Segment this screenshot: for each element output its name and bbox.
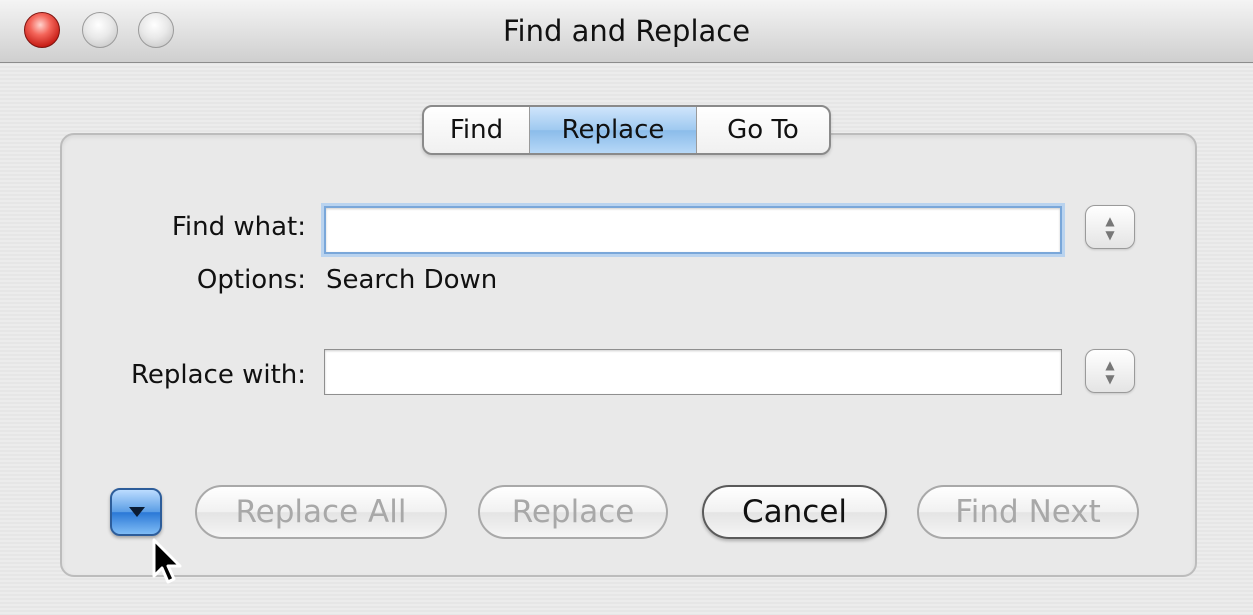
tab-go-to[interactable]: Go To bbox=[696, 107, 829, 153]
tab-find[interactable]: Find bbox=[424, 107, 529, 153]
find-replace-window: Find and Replace Find Replace Go To Find… bbox=[0, 0, 1253, 615]
find-next-button[interactable]: Find Next bbox=[917, 485, 1139, 539]
tab-bar: Find Replace Go To bbox=[422, 105, 831, 155]
tab-replace[interactable]: Replace bbox=[529, 107, 696, 153]
cancel-button[interactable]: Cancel bbox=[702, 485, 887, 539]
options-label: Options: bbox=[196, 265, 306, 295]
replace-with-field[interactable] bbox=[324, 349, 1062, 395]
chevron-down-icon bbox=[129, 507, 145, 517]
replace-with-label: Replace with: bbox=[130, 360, 306, 390]
replace-history-stepper[interactable]: ▲ ▼ bbox=[1085, 349, 1135, 393]
up-down-arrows-icon: ▲ ▼ bbox=[1105, 214, 1115, 242]
find-what-label: Find what: bbox=[171, 212, 306, 242]
find-what-field[interactable] bbox=[324, 206, 1062, 254]
find-history-stepper[interactable]: ▲ ▼ bbox=[1085, 205, 1135, 249]
window-title: Find and Replace bbox=[502, 14, 751, 48]
up-down-arrows-icon: ▲ ▼ bbox=[1105, 358, 1115, 386]
options-value: Search Down bbox=[326, 265, 498, 295]
replace-all-button[interactable]: Replace All bbox=[195, 485, 447, 539]
mouse-pointer-icon bbox=[152, 538, 182, 584]
options-disclosure-button[interactable] bbox=[110, 488, 162, 536]
replace-button[interactable]: Replace bbox=[478, 485, 668, 539]
title-bar[interactable]: Find and Replace bbox=[0, 0, 1253, 63]
